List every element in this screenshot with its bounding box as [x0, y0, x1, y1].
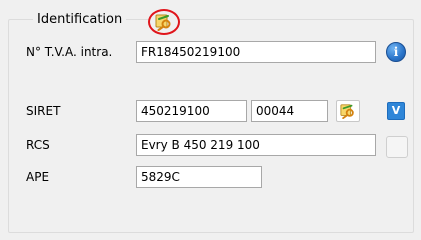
- identification-title: Identification: [33, 11, 127, 29]
- validate-button[interactable]: V: [387, 102, 405, 120]
- rcs-input[interactable]: Evry B 450 219 100: [136, 134, 376, 156]
- info-icon[interactable]: i: [386, 42, 406, 62]
- rcs-label: RCS: [26, 138, 50, 152]
- key-edit-icon: [155, 14, 171, 31]
- vat-label: N° T.V.A. intra.: [26, 45, 113, 59]
- vat-input[interactable]: FR18450219100: [136, 41, 376, 63]
- siret-label: SIRET: [26, 104, 61, 118]
- ape-input[interactable]: 5829C: [136, 166, 262, 188]
- siret-edit-button[interactable]: [336, 100, 360, 122]
- siren-input[interactable]: 450219100: [136, 100, 247, 122]
- nic-input[interactable]: 00044: [251, 100, 328, 122]
- ape-label: APE: [26, 170, 50, 184]
- key-edit-icon: [340, 104, 354, 119]
- rcs-side-button[interactable]: [386, 136, 408, 158]
- identification-edit-button[interactable]: [148, 9, 180, 35]
